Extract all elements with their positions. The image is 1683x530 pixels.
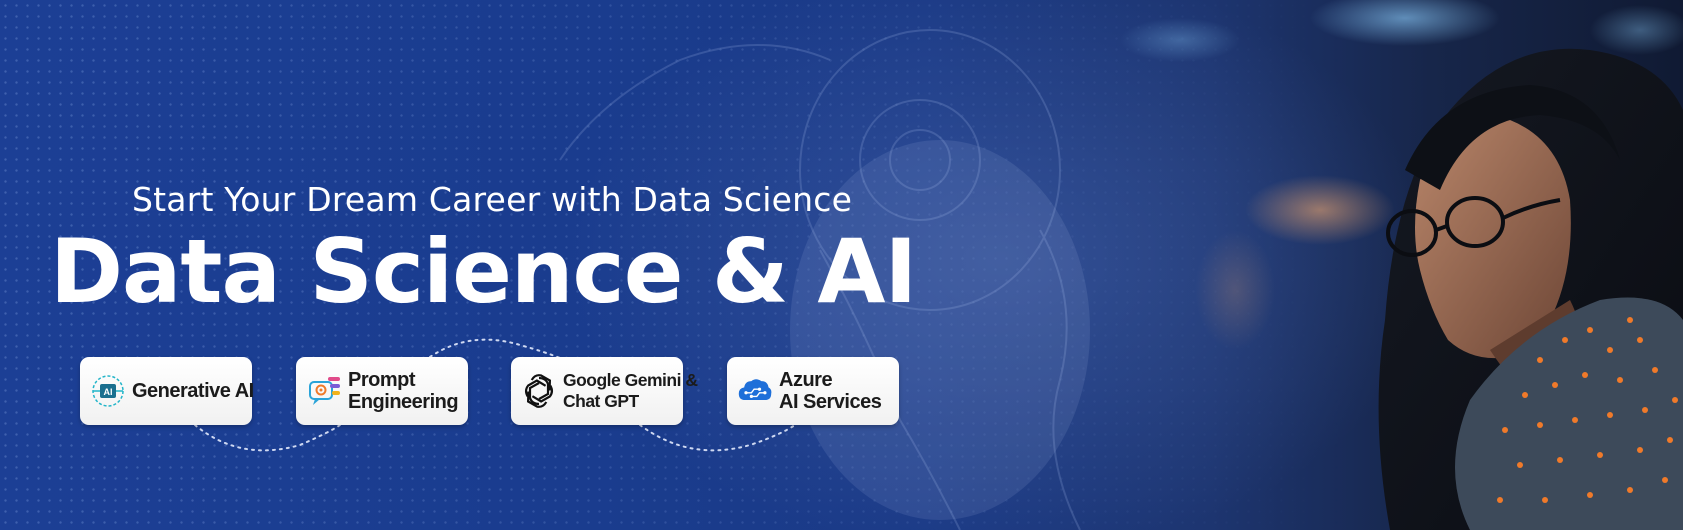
badge-label-line2: AI Services — [779, 391, 882, 413]
badge-azure-ai[interactable]: Azure AI Services — [727, 357, 899, 425]
badge-label-line1: Azure — [779, 369, 833, 391]
banner-title: Data Science & AI — [50, 220, 917, 323]
banner-subtitle: Start Your Dream Career with Data Scienc… — [132, 180, 853, 219]
hero-banner: Start Your Dream Career with Data Scienc… — [0, 0, 1683, 530]
badge-label: Generative AI — [132, 380, 254, 402]
badge-prompt-engineering[interactable]: Prompt Engineering — [296, 357, 468, 425]
badge-generative-ai[interactable]: AI Generative AI — [80, 357, 254, 425]
generative-ai-icon: AI — [90, 373, 126, 409]
badge-label-line2: Engineering — [348, 391, 459, 413]
badge-gemini-chatgpt[interactable]: Google Gemini & Chat GPT — [511, 357, 698, 425]
azure-cloud-brain-icon — [737, 373, 773, 409]
badge-label-line1: Prompt — [348, 369, 416, 391]
svg-text:AI: AI — [104, 387, 113, 397]
prompt-engineering-icon — [306, 373, 342, 409]
openai-logo-icon — [521, 373, 557, 409]
badge-label-line2: Chat GPT — [563, 391, 639, 411]
badge-label-line1: Google Gemini & — [563, 370, 698, 390]
